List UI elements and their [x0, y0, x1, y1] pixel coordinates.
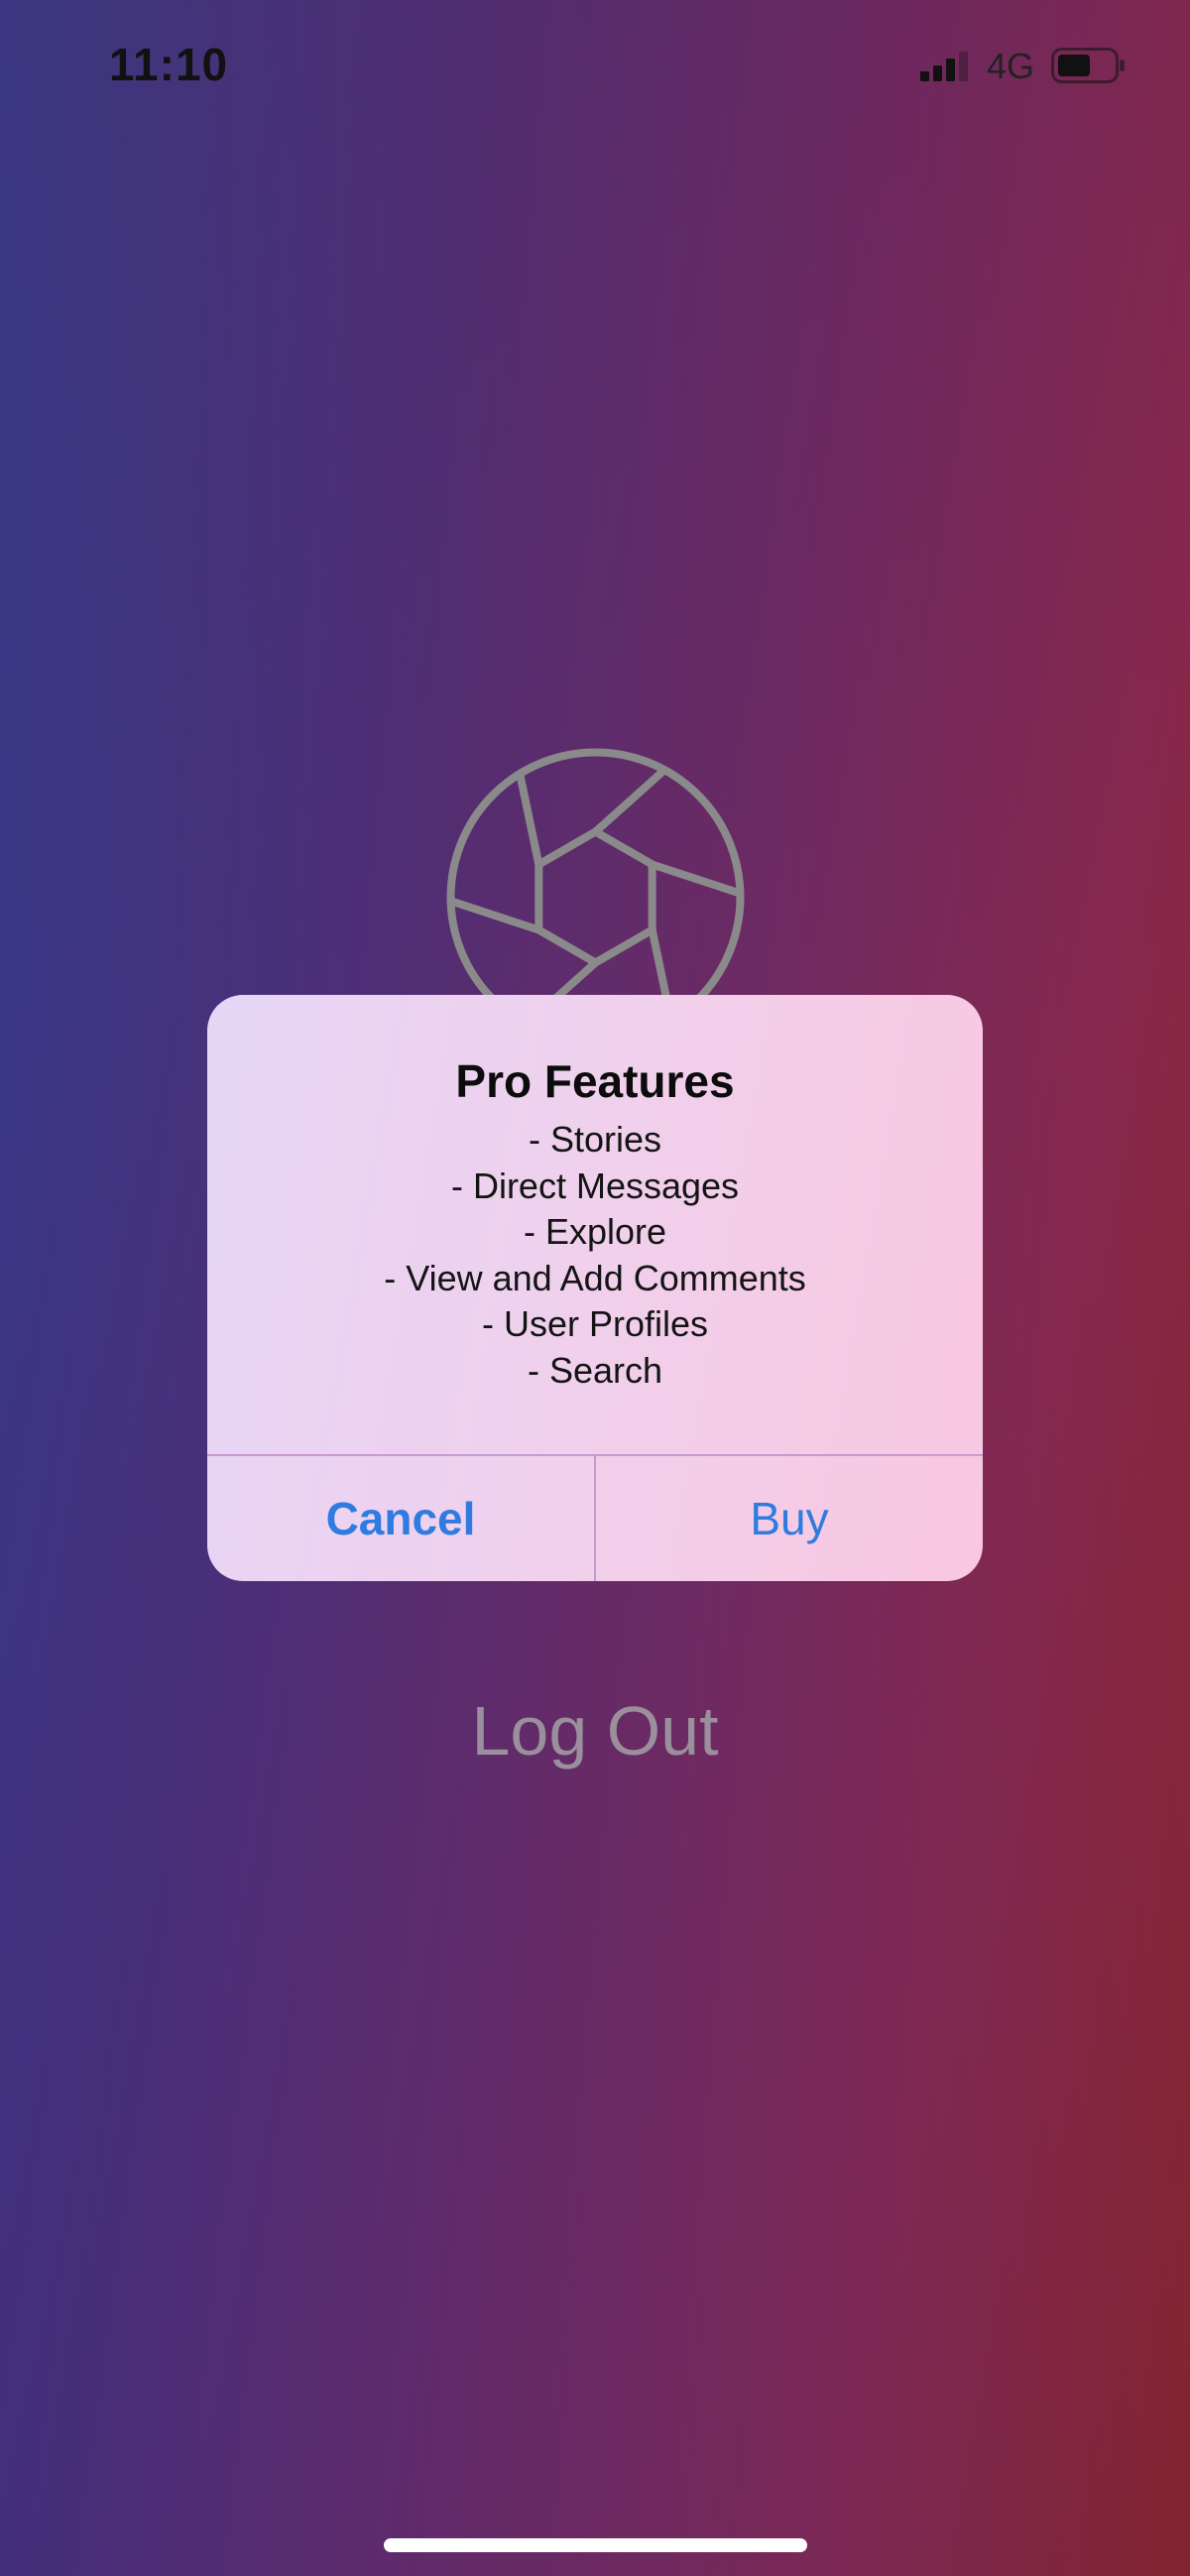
status-bar: 11:10 4G	[0, 0, 1190, 129]
pro-features-alert: Pro Features - Stories - Direct Messages…	[207, 995, 983, 1581]
feature-line: - Search	[527, 1349, 663, 1391]
aperture-edge	[591, 925, 656, 967]
alert-message: - Stories - Direct Messages - Explore - …	[207, 1117, 983, 1394]
aperture-edge	[591, 827, 656, 869]
feature-line: - Explore	[523, 1211, 667, 1252]
battery-icon	[1051, 48, 1125, 83]
aperture-edge	[535, 925, 600, 967]
feature-line: - User Profiles	[481, 1303, 709, 1344]
home-indicator[interactable]	[384, 2538, 807, 2552]
aperture-blade	[648, 860, 745, 898]
aperture-blade	[591, 766, 669, 836]
buy-button[interactable]: Buy	[596, 1456, 983, 1581]
alert-body: Pro Features - Stories - Direct Messages…	[207, 995, 983, 1454]
feature-line: - Stories	[528, 1119, 662, 1160]
logout-button[interactable]: Log Out	[0, 1691, 1190, 1771]
status-time: 11:10	[109, 39, 229, 90]
aperture-edge	[535, 827, 600, 869]
alert-title: Pro Features	[455, 1055, 735, 1107]
cancel-button[interactable]: Cancel	[207, 1456, 594, 1581]
feature-line: - Direct Messages	[450, 1165, 740, 1206]
aperture-blade	[446, 897, 543, 934]
feature-line: - View and Add Comments	[384, 1257, 806, 1298]
network-label: 4G	[987, 46, 1035, 86]
aperture-blade	[516, 770, 543, 869]
signal-icon	[920, 52, 968, 81]
